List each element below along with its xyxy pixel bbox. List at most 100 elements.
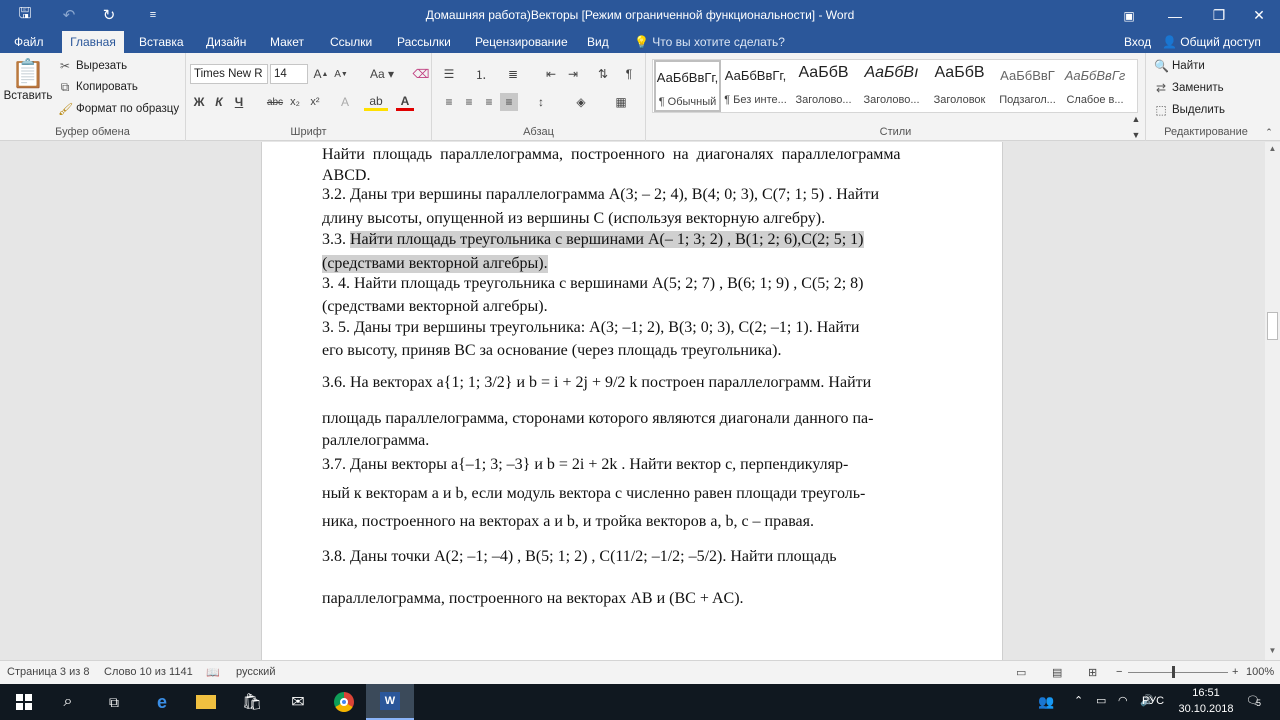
italic-icon[interactable]: К bbox=[210, 93, 228, 111]
style-normal[interactable]: АаБбВвГг, ¶ Обычный bbox=[654, 60, 721, 112]
style-title[interactable]: АаБбВ Заголовок bbox=[926, 60, 993, 112]
doc-line[interactable]: ника, построенного на векторах a и b, и … bbox=[322, 513, 814, 531]
doc-line[interactable]: ABCD. bbox=[322, 167, 370, 185]
tab-view[interactable]: Вид bbox=[581, 31, 615, 53]
font-name-combo[interactable]: Times New R bbox=[190, 64, 268, 84]
zoom-slider[interactable] bbox=[1128, 672, 1228, 673]
search-icon[interactable]: ⌕ bbox=[44, 684, 92, 720]
task-view-icon[interactable]: ⧉ bbox=[90, 684, 138, 720]
doc-line[interactable]: площадь параллелограмма, сторонами котор… bbox=[322, 410, 873, 428]
line-spacing-icon[interactable]: ↕ bbox=[532, 93, 550, 111]
align-right-icon[interactable]: ≡ bbox=[480, 93, 498, 111]
tab-design[interactable]: Дизайн bbox=[200, 31, 252, 53]
zoom-in-icon[interactable]: + bbox=[1232, 666, 1238, 678]
mail-icon[interactable]: ✉ bbox=[274, 684, 322, 720]
doc-line[interactable]: его высоту, приняв BC за основание (чере… bbox=[322, 342, 781, 360]
superscript-icon[interactable]: x² bbox=[306, 93, 324, 111]
clock-time[interactable]: 16:51 bbox=[1186, 687, 1226, 699]
people-icon[interactable]: 👥 bbox=[1038, 694, 1054, 710]
sort-icon[interactable]: ⇅ bbox=[594, 65, 612, 83]
tab-file[interactable]: Файл bbox=[8, 31, 50, 53]
cut-button[interactable]: ✂ Вырезать bbox=[58, 59, 127, 73]
tab-layout[interactable]: Макет bbox=[264, 31, 310, 53]
justify-icon[interactable]: ≡ bbox=[500, 93, 518, 111]
zoom-level[interactable]: 100% bbox=[1246, 666, 1274, 678]
doc-line[interactable]: раллелограмма. bbox=[322, 432, 429, 450]
increase-indent-icon[interactable]: ⇥ bbox=[564, 65, 582, 83]
doc-line[interactable]: ный к векторам a и b, если модуль вектор… bbox=[322, 485, 865, 503]
tab-mailings[interactable]: Рассылки bbox=[391, 31, 457, 53]
borders-icon[interactable]: ▦ bbox=[612, 93, 630, 111]
text-effects-icon[interactable]: A bbox=[336, 93, 354, 111]
replace-button[interactable]: ⇄ Заменить bbox=[1154, 81, 1224, 95]
share-button[interactable]: 👤 Общий доступ bbox=[1156, 31, 1267, 53]
collapse-ribbon-icon[interactable]: ⌃ bbox=[1260, 123, 1278, 141]
tab-review[interactable]: Рецензирование bbox=[469, 31, 574, 53]
close-button[interactable]: ✕ bbox=[1236, 0, 1280, 31]
vertical-scrollbar[interactable]: ▲ ▼ bbox=[1265, 142, 1280, 660]
underline-icon[interactable]: Ч bbox=[230, 93, 248, 111]
read-mode-icon[interactable]: ▭ bbox=[1016, 666, 1026, 679]
tell-me-box[interactable]: 💡 Что вы хотите сделать? bbox=[628, 31, 791, 53]
subscript-icon[interactable]: x₂ bbox=[286, 93, 304, 111]
print-layout-icon[interactable]: ▤ bbox=[1052, 666, 1062, 679]
language-indicator[interactable]: русский bbox=[236, 666, 275, 678]
proofing-icon[interactable]: 📖 bbox=[206, 666, 220, 679]
web-layout-icon[interactable]: ⊞ bbox=[1088, 666, 1097, 679]
file-explorer-icon[interactable] bbox=[182, 684, 230, 720]
sign-in-link[interactable]: Вход bbox=[1118, 31, 1157, 53]
ribbon-display-options-icon[interactable]: ▣ bbox=[1106, 0, 1152, 31]
clear-formatting-icon[interactable]: ⌫ bbox=[412, 65, 430, 83]
word-count[interactable]: Слово 10 из 1141 bbox=[104, 666, 193, 678]
tab-references[interactable]: Ссылки bbox=[324, 31, 378, 53]
strikethrough-icon[interactable]: abc bbox=[266, 93, 284, 111]
shading-icon[interactable]: ◈ bbox=[572, 93, 590, 111]
minimize-button[interactable]: — bbox=[1152, 0, 1198, 31]
windows-start-icon[interactable] bbox=[0, 684, 48, 720]
doc-line[interactable]: 3.3. Найти площадь треугольника с вершин… bbox=[322, 231, 864, 249]
style-subtle-emphasis[interactable]: АаБбВвГг Слабое в... bbox=[1062, 60, 1128, 112]
style-heading-1[interactable]: АаБбВ Заголово... bbox=[790, 60, 857, 112]
bullets-icon[interactable]: ☰ bbox=[440, 65, 458, 83]
show-formatting-marks-icon[interactable]: ¶ bbox=[620, 65, 638, 83]
doc-line[interactable]: 3.6. На векторах a{1; 1; 3/2} и b = i + … bbox=[322, 374, 871, 392]
chrome-icon[interactable] bbox=[320, 684, 368, 720]
styles-scroll-up-icon[interactable]: ▲ bbox=[1127, 112, 1145, 126]
edge-icon[interactable]: e bbox=[138, 684, 186, 720]
select-button[interactable]: ⬚ Выделить bbox=[1154, 103, 1225, 117]
selected-text[interactable]: (средствами векторной алгебры). bbox=[322, 255, 548, 273]
paste-button[interactable]: 📋 Вставить bbox=[4, 57, 53, 117]
align-left-icon[interactable]: ≡ bbox=[440, 93, 458, 111]
clock-date[interactable]: 30.10.2018 bbox=[1174, 703, 1238, 715]
shrink-font-icon[interactable]: A ▼ bbox=[332, 65, 350, 83]
doc-line[interactable]: Найти площадь параллелограмма, построенн… bbox=[322, 146, 901, 164]
page-count[interactable]: Страница 3 из 8 bbox=[7, 666, 89, 678]
selected-text[interactable]: Найти площадь треугольника с вершинами A… bbox=[350, 231, 864, 248]
font-color-icon[interactable]: A bbox=[396, 93, 414, 111]
doc-line[interactable]: длину высоты, опущенной из вершины С (ис… bbox=[322, 210, 825, 228]
doc-line[interactable]: 3.7. Даны векторы a{–1; 3; –3} и b = 2i … bbox=[322, 456, 848, 474]
document-area[interactable]: Найти площадь параллелограмма, построенн… bbox=[0, 142, 1265, 660]
format-painter-button[interactable]: 🖌 Формат по образцу bbox=[58, 102, 179, 116]
styles-scroll-down-icon[interactable]: ▼ bbox=[1127, 128, 1145, 142]
scroll-down-icon[interactable]: ▼ bbox=[1267, 646, 1278, 657]
doc-line[interactable]: 3. 5. Даны три вершины треугольника: A(3… bbox=[322, 319, 859, 337]
doc-line[interactable]: (средствами векторной алгебры). bbox=[322, 298, 548, 316]
find-button[interactable]: 🔍 Найти bbox=[1154, 59, 1205, 73]
tab-home[interactable]: Главная bbox=[62, 31, 124, 53]
zoom-out-icon[interactable]: − bbox=[1116, 666, 1122, 678]
wifi-icon[interactable]: ◠ bbox=[1118, 694, 1128, 707]
network-icon[interactable]: ▭ bbox=[1096, 694, 1106, 707]
style-subtitle[interactable]: АаБбВвГ Подзагол... bbox=[994, 60, 1061, 112]
highlight-color-icon[interactable]: ab bbox=[364, 93, 388, 111]
bold-icon[interactable]: Ж bbox=[190, 93, 208, 111]
multilevel-list-icon[interactable]: ≣ bbox=[504, 65, 522, 83]
scrollbar-thumb[interactable] bbox=[1267, 312, 1278, 340]
store-icon[interactable]: 🛍 bbox=[228, 684, 276, 720]
font-size-combo[interactable]: 14 bbox=[270, 64, 308, 84]
tab-insert[interactable]: Вставка bbox=[133, 31, 190, 53]
grow-font-icon[interactable]: A ▲ bbox=[312, 65, 330, 83]
doc-line[interactable]: 3.8. Даны точки A(2; –1; –4) , B(5; 1; 2… bbox=[322, 548, 837, 566]
word-taskbar-icon[interactable]: W bbox=[366, 684, 414, 720]
change-case-icon[interactable]: Aa ▾ bbox=[368, 65, 396, 83]
